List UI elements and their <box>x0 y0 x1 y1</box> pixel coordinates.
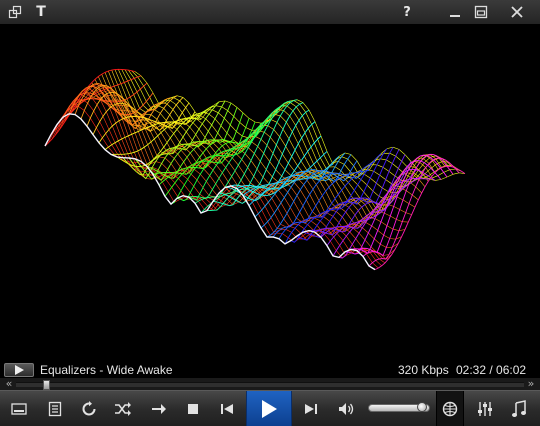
skin-icon[interactable] <box>4 2 26 22</box>
seek-track[interactable] <box>16 380 524 390</box>
play-icon <box>262 400 277 418</box>
help-icon[interactable]: ? <box>396 2 418 22</box>
status-row: Equalizers - Wide Awake 320 Kbps 02:32 /… <box>0 362 540 378</box>
mini-play-button[interactable] <box>4 363 34 377</box>
seek-bar[interactable]: « » <box>0 378 540 390</box>
spectrum-wave-graphic <box>44 68 466 271</box>
wave-row <box>118 69 449 194</box>
player-window: T ? Equalizers - Wide Awake 320 Kbps 02:… <box>0 0 540 426</box>
close-icon[interactable] <box>506 2 528 22</box>
time-display: 02:32 / 06:02 <box>456 363 527 377</box>
text-button[interactable]: T <box>30 2 52 22</box>
title-bar: T ? <box>0 0 540 25</box>
visualization-icon <box>442 401 458 417</box>
visualization-button[interactable] <box>436 391 464 426</box>
wave-row <box>54 92 386 264</box>
wave-row <box>68 83 399 248</box>
bitrate-label: 320 Kbps <box>398 363 449 377</box>
minimize-icon[interactable] <box>444 2 466 22</box>
music-note-icon[interactable] <box>506 395 532 423</box>
wave-row <box>128 69 459 180</box>
previous-icon[interactable] <box>214 395 240 423</box>
restore-icon[interactable] <box>470 2 492 22</box>
next-arrow-icon[interactable] <box>146 395 172 423</box>
forward-chevron-icon[interactable]: » <box>524 378 538 390</box>
visualization-display <box>0 24 540 362</box>
wave-column <box>332 174 424 257</box>
stop-icon[interactable] <box>180 395 206 423</box>
fullscreen-icon[interactable] <box>6 395 32 423</box>
next-icon[interactable] <box>298 395 324 423</box>
volume-thumb[interactable] <box>417 402 427 412</box>
track-title: Equalizers - Wide Awake <box>40 363 173 377</box>
play-button[interactable] <box>246 391 292 426</box>
volume-slider[interactable] <box>368 402 430 413</box>
seek-thumb[interactable] <box>43 380 50 390</box>
repeat-icon[interactable] <box>76 395 102 423</box>
shuffle-icon[interactable] <box>110 395 136 423</box>
volume-icon[interactable] <box>334 395 360 423</box>
playlist-icon[interactable] <box>42 395 68 423</box>
control-bar <box>0 390 540 426</box>
rewind-chevron-icon[interactable]: « <box>2 378 16 390</box>
equalizer-icon[interactable] <box>472 395 498 423</box>
